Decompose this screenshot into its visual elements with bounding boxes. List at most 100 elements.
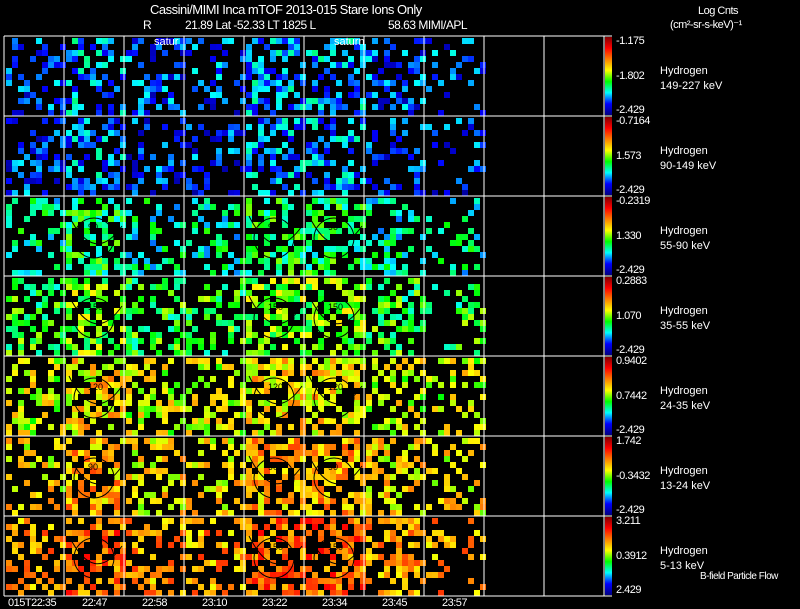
heatmap-cell bbox=[378, 198, 384, 204]
heatmap-cell bbox=[348, 264, 354, 270]
heatmap-cell bbox=[462, 382, 468, 388]
heatmap-cell bbox=[312, 524, 318, 530]
heatmap-cell bbox=[288, 332, 294, 338]
heatmap-cell bbox=[390, 462, 396, 468]
heatmap-cell bbox=[222, 400, 228, 406]
heatmap-cell bbox=[192, 154, 198, 160]
heatmap-cell bbox=[330, 184, 336, 190]
heatmap-cell bbox=[330, 98, 336, 104]
heatmap-cell bbox=[54, 198, 60, 204]
heatmap-cell bbox=[36, 74, 42, 80]
heatmap-cell bbox=[168, 166, 174, 172]
heatmap-cell bbox=[102, 450, 108, 456]
heatmap-cell bbox=[84, 118, 90, 124]
heatmap-cell bbox=[294, 252, 300, 258]
heatmap-cell bbox=[384, 278, 390, 284]
heatmap-cell bbox=[186, 518, 192, 524]
heatmap-cell bbox=[198, 474, 204, 480]
heatmap-cell bbox=[330, 498, 336, 504]
heatmap-cell bbox=[342, 178, 348, 184]
heatmap-cell bbox=[132, 566, 138, 572]
heatmap-cell bbox=[102, 62, 108, 68]
heatmap-cell bbox=[372, 104, 378, 110]
heatmap-cell bbox=[228, 510, 234, 516]
heatmap-cell bbox=[6, 296, 12, 302]
heatmap-cell bbox=[390, 258, 396, 264]
heatmap-cell bbox=[246, 204, 252, 210]
heatmap-cell bbox=[456, 74, 462, 80]
heatmap-cell bbox=[174, 296, 180, 302]
heatmap-cell bbox=[162, 456, 168, 462]
heatmap-cell bbox=[48, 344, 54, 350]
heatmap-cell bbox=[114, 216, 120, 222]
heatmap-cell bbox=[12, 584, 18, 590]
heatmap-cell bbox=[264, 74, 270, 80]
heatmap-cell bbox=[270, 278, 276, 284]
heatmap-cell bbox=[408, 566, 414, 572]
heatmap-cell bbox=[342, 474, 348, 480]
heatmap-cell bbox=[312, 252, 318, 258]
heatmap-cell bbox=[360, 110, 366, 116]
heatmap-cell bbox=[60, 62, 66, 68]
heatmap-cell bbox=[300, 166, 306, 172]
heatmap-cell bbox=[396, 388, 402, 394]
heatmap-cell bbox=[312, 412, 318, 418]
heatmap-cell bbox=[396, 572, 402, 578]
heatmap-cell bbox=[36, 270, 42, 276]
heatmap-cell bbox=[360, 524, 366, 530]
heatmap-cell bbox=[330, 130, 336, 136]
heatmap-cell bbox=[132, 486, 138, 492]
heatmap-cell bbox=[6, 388, 12, 394]
heatmap-cell bbox=[150, 86, 156, 92]
heatmap-cell bbox=[162, 444, 168, 450]
heatmap-cell bbox=[84, 130, 90, 136]
heatmap-cell bbox=[264, 406, 270, 412]
heatmap-cell bbox=[84, 74, 90, 80]
heatmap-cell bbox=[156, 444, 162, 450]
heatmap-cell bbox=[180, 530, 186, 536]
heatmap-cell bbox=[168, 444, 174, 450]
heatmap-cell bbox=[12, 332, 18, 338]
heatmap-cell bbox=[6, 74, 12, 80]
heatmap-cell bbox=[348, 412, 354, 418]
heatmap-cell bbox=[294, 290, 300, 296]
heatmap-cell bbox=[312, 148, 318, 154]
heatmap-cell bbox=[318, 198, 324, 204]
heatmap-cell bbox=[96, 80, 102, 86]
heatmap-cell bbox=[54, 344, 60, 350]
heatmap-cell bbox=[246, 198, 252, 204]
heatmap-cell bbox=[36, 456, 42, 462]
heatmap-cell bbox=[132, 344, 138, 350]
heatmap-cell bbox=[60, 474, 66, 480]
heatmap-cell bbox=[24, 92, 30, 98]
heatmap-cell bbox=[240, 278, 246, 284]
heatmap-cell bbox=[396, 136, 402, 142]
heatmap-cell bbox=[90, 510, 96, 516]
heatmap-cell bbox=[108, 50, 114, 56]
heatmap-cell bbox=[120, 308, 126, 314]
heatmap-cell bbox=[60, 246, 66, 252]
heatmap-cell bbox=[192, 308, 198, 314]
heatmap-cell bbox=[372, 388, 378, 394]
heatmap-cell bbox=[138, 418, 144, 424]
heatmap-cell bbox=[246, 222, 252, 228]
heatmap-cell bbox=[24, 80, 30, 86]
heatmap-cell bbox=[462, 216, 468, 222]
heatmap-cell bbox=[288, 364, 294, 370]
heatmap-cell bbox=[372, 92, 378, 98]
heatmap-cell bbox=[306, 518, 312, 524]
heatmap-cell bbox=[66, 252, 72, 258]
heatmap-cell bbox=[438, 358, 444, 364]
heatmap-cell bbox=[144, 74, 150, 80]
heatmap-cell bbox=[408, 62, 414, 68]
heatmap-cell bbox=[420, 406, 426, 412]
heatmap-cell bbox=[228, 130, 234, 136]
heatmap-cell bbox=[138, 308, 144, 314]
heatmap-cell bbox=[84, 278, 90, 284]
heatmap-cell bbox=[84, 406, 90, 412]
heatmap-cell bbox=[66, 518, 72, 524]
heatmap-cell bbox=[366, 536, 372, 542]
heatmap-cell bbox=[288, 590, 294, 596]
heatmap-cell bbox=[318, 320, 324, 326]
heatmap-cell bbox=[252, 554, 258, 560]
